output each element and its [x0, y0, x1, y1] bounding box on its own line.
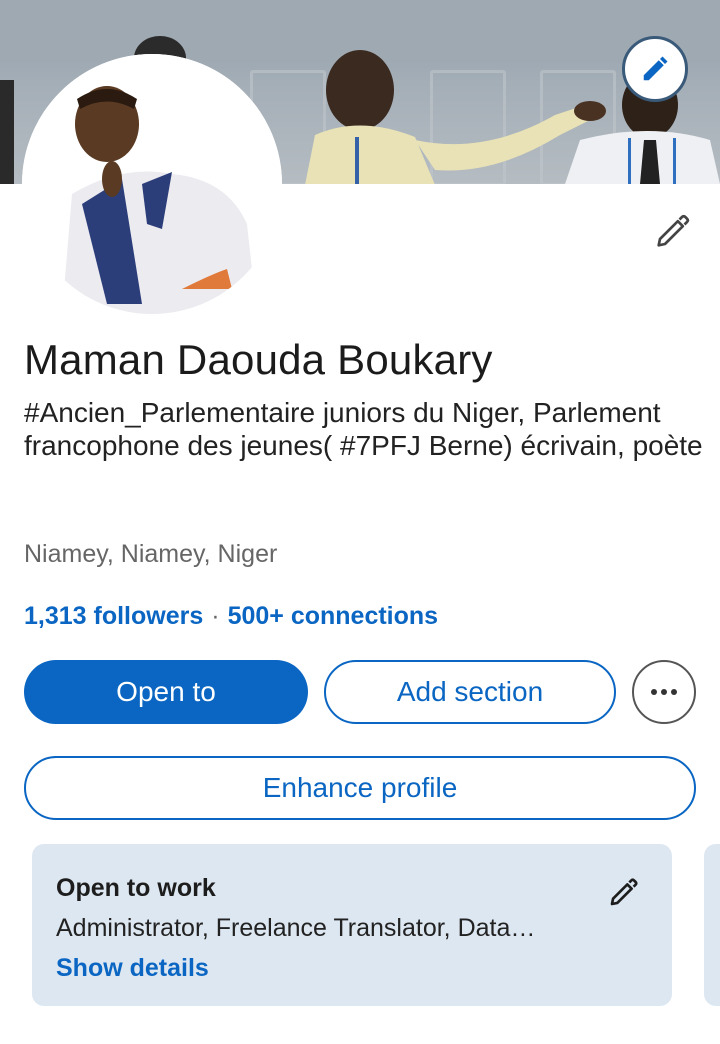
profile-headline: #Ancien_Parlementaire juniors du Niger, … — [24, 397, 703, 461]
pencil-icon — [610, 878, 638, 906]
separator-dot: · — [211, 602, 220, 630]
edit-cover-button[interactable] — [622, 36, 688, 102]
profile-name: Maman Daouda Boukary — [24, 336, 493, 383]
open-to-work-roles: Administrator, Freelance Translator, Dat… — [56, 914, 536, 942]
enhance-profile-button[interactable]: Enhance profile — [24, 756, 696, 820]
pencil-icon — [643, 56, 668, 81]
open-to-button[interactable]: Open to — [24, 660, 308, 724]
avatar-photo — [22, 54, 282, 314]
more-actions-button[interactable] — [632, 660, 696, 724]
followers-link[interactable]: 1,313 followers — [24, 602, 203, 630]
edit-intro-button[interactable] — [648, 208, 696, 256]
avatar[interactable] — [22, 54, 282, 314]
connections-link[interactable]: 500+ connections — [228, 602, 439, 630]
next-card-peek[interactable] — [704, 844, 720, 1006]
network-stats: 1,313 followers · 500+ connections — [24, 602, 438, 631]
open-to-work-title: Open to work — [56, 874, 216, 902]
pencil-icon — [657, 214, 690, 247]
more-horizontal-icon — [651, 689, 677, 695]
open-to-work-card[interactable]: Open to work Administrator, Freelance Tr… — [32, 844, 672, 1006]
edit-open-to-work-button[interactable] — [604, 872, 644, 912]
cover-person-left — [0, 80, 14, 184]
show-details-link[interactable]: Show details — [56, 954, 209, 983]
add-section-button[interactable]: Add section — [324, 660, 616, 724]
profile-location: Niamey, Niamey, Niger — [24, 540, 278, 568]
